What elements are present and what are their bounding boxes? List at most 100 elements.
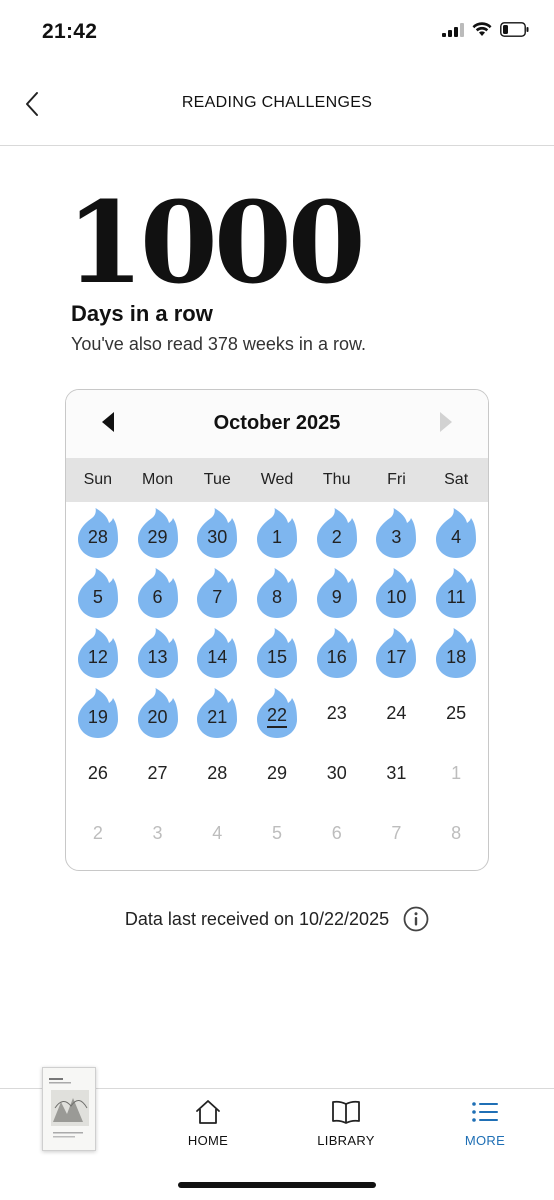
calendar-day[interactable]: 8 bbox=[247, 562, 307, 622]
nav-more-label: MORE bbox=[464, 1133, 506, 1148]
calendar-day-number: 15 bbox=[266, 646, 287, 667]
calendar-day: 4 bbox=[187, 802, 247, 862]
calendar-day-number: 18 bbox=[446, 646, 467, 667]
wifi-icon bbox=[472, 22, 492, 36]
home-indicator bbox=[178, 1182, 376, 1188]
calendar-day[interactable]: 17 bbox=[367, 622, 427, 682]
calendar-day-number: 30 bbox=[207, 526, 228, 547]
status-icons bbox=[442, 22, 530, 37]
menu-list-icon bbox=[472, 1102, 498, 1122]
calendar-day[interactable]: 29 bbox=[128, 502, 188, 562]
calendar-day-number: 24 bbox=[386, 702, 407, 723]
data-last-received-text: Data last received on 10/22/2025 bbox=[124, 908, 390, 929]
calendar-day-number: 27 bbox=[147, 762, 168, 783]
status-time: 21:42 bbox=[42, 20, 98, 43]
calendar-day[interactable]: 11 bbox=[426, 562, 486, 622]
calendar-day: 1 bbox=[426, 742, 486, 802]
page-title: READING CHALLENGES bbox=[181, 94, 373, 111]
calendar-day-number: 5 bbox=[271, 822, 282, 843]
calendar-month-label: October 2025 bbox=[213, 412, 341, 434]
battery-icon bbox=[500, 22, 529, 37]
nav-more[interactable]: MORE bbox=[430, 1099, 540, 1148]
weekday-label: Mon bbox=[142, 471, 174, 488]
nav-library[interactable]: LIBRARY bbox=[291, 1099, 401, 1148]
calendar-day-number: 29 bbox=[266, 762, 287, 783]
calendar-day-number: 7 bbox=[391, 822, 402, 843]
calendar-day-number: 6 bbox=[331, 822, 342, 843]
current-book-thumbnail[interactable] bbox=[42, 1067, 96, 1151]
streak-label: Days in a row bbox=[71, 301, 213, 326]
calendar-day[interactable]: 5 bbox=[68, 562, 128, 622]
next-month-button[interactable] bbox=[432, 408, 460, 436]
calendar-day[interactable]: 15 bbox=[247, 622, 307, 682]
calendar-day-number: 22 bbox=[266, 696, 287, 728]
calendar-day[interactable]: 3 bbox=[367, 502, 427, 562]
calendar-day[interactable]: 19 bbox=[68, 682, 128, 742]
calendar-day[interactable]: 31 bbox=[367, 742, 427, 802]
weekday-label: Tue bbox=[203, 471, 231, 488]
calendar-day[interactable]: 29 bbox=[247, 742, 307, 802]
calendar-day[interactable]: 23 bbox=[307, 682, 367, 742]
calendar-day[interactable]: 7 bbox=[187, 562, 247, 622]
calendar-day[interactable]: 12 bbox=[68, 622, 128, 682]
calendar-day: 6 bbox=[307, 802, 367, 862]
calendar-day[interactable]: 21 bbox=[187, 682, 247, 742]
calendar-day-number: 28 bbox=[207, 762, 228, 783]
calendar-day-number: 1 bbox=[451, 762, 462, 783]
book-cover-image bbox=[43, 1068, 95, 1150]
weekday-label: Wed bbox=[260, 471, 294, 488]
weekday-label: Sun bbox=[83, 471, 113, 488]
calendar-day[interactable]: 26 bbox=[68, 742, 128, 802]
calendar-day[interactable]: 2 bbox=[307, 502, 367, 562]
calendar-day[interactable]: 9 bbox=[307, 562, 367, 622]
calendar-day-number: 11 bbox=[446, 586, 466, 607]
calendar-day[interactable]: 16 bbox=[307, 622, 367, 682]
calendar-day[interactable]: 30 bbox=[187, 502, 247, 562]
calendar-day[interactable]: 25 bbox=[426, 682, 486, 742]
triangle-right-icon bbox=[440, 412, 452, 432]
calendar-day-grid: 28 29 30 1 2 3 4 5 6 7 8 9 10 11 12 13 14 15 16 17 18 19 20 21 2… bbox=[66, 502, 488, 862]
info-button[interactable] bbox=[403, 906, 429, 932]
calendar-day-number: 28 bbox=[87, 526, 108, 547]
book-icon bbox=[332, 1100, 360, 1124]
calendar-day-today[interactable]: 22 bbox=[247, 682, 307, 742]
calendar-day[interactable]: 28 bbox=[68, 502, 128, 562]
nav-home[interactable]: HOME bbox=[153, 1099, 263, 1148]
calendar-day-number: 31 bbox=[386, 762, 407, 783]
calendar-day[interactable]: 24 bbox=[367, 682, 427, 742]
calendar-day[interactable]: 14 bbox=[187, 622, 247, 682]
calendar-day[interactable]: 4 bbox=[426, 502, 486, 562]
data-status-row: Data last received on 10/22/2025 bbox=[0, 906, 554, 932]
calendar-day-number: 16 bbox=[326, 646, 347, 667]
calendar-day-number: 29 bbox=[147, 526, 168, 547]
calendar-day-number: 5 bbox=[92, 586, 103, 607]
weekday-label: Sat bbox=[444, 471, 469, 488]
app-header: READING CHALLENGES bbox=[0, 64, 554, 146]
calendar-day[interactable]: 1 bbox=[247, 502, 307, 562]
calendar-day-number: 26 bbox=[87, 762, 108, 783]
calendar-day: 3 bbox=[128, 802, 188, 862]
calendar-day[interactable]: 6 bbox=[128, 562, 188, 622]
calendar-day-number: 19 bbox=[87, 706, 108, 727]
calendar-day[interactable]: 20 bbox=[128, 682, 188, 742]
calendar-day[interactable]: 10 bbox=[367, 562, 427, 622]
calendar-day[interactable]: 27 bbox=[128, 742, 188, 802]
calendar-day[interactable]: 13 bbox=[128, 622, 188, 682]
nav-library-label: LIBRARY bbox=[317, 1133, 375, 1148]
calendar-day-number: 17 bbox=[386, 646, 407, 667]
calendar-day[interactable]: 18 bbox=[426, 622, 486, 682]
weekday-header-row: Sun Mon Tue Wed Thu Fri Sat bbox=[66, 458, 488, 502]
calendar-day: 2 bbox=[68, 802, 128, 862]
calendar-day-number: 6 bbox=[152, 586, 163, 607]
status-bar: 21:42 bbox=[0, 0, 554, 64]
calendar-day-number: 2 bbox=[92, 822, 103, 843]
calendar-day[interactable]: 28 bbox=[187, 742, 247, 802]
calendar-day-number: 3 bbox=[391, 526, 402, 547]
nav-home-label: HOME bbox=[187, 1133, 229, 1148]
calendar-day-number: 8 bbox=[271, 586, 282, 607]
calendar-day-number: 4 bbox=[212, 822, 223, 843]
calendar-day-number: 23 bbox=[326, 702, 347, 723]
calendar-day[interactable]: 30 bbox=[307, 742, 367, 802]
weekday-label: Thu bbox=[322, 471, 351, 488]
calendar-day-number: 20 bbox=[147, 706, 168, 727]
